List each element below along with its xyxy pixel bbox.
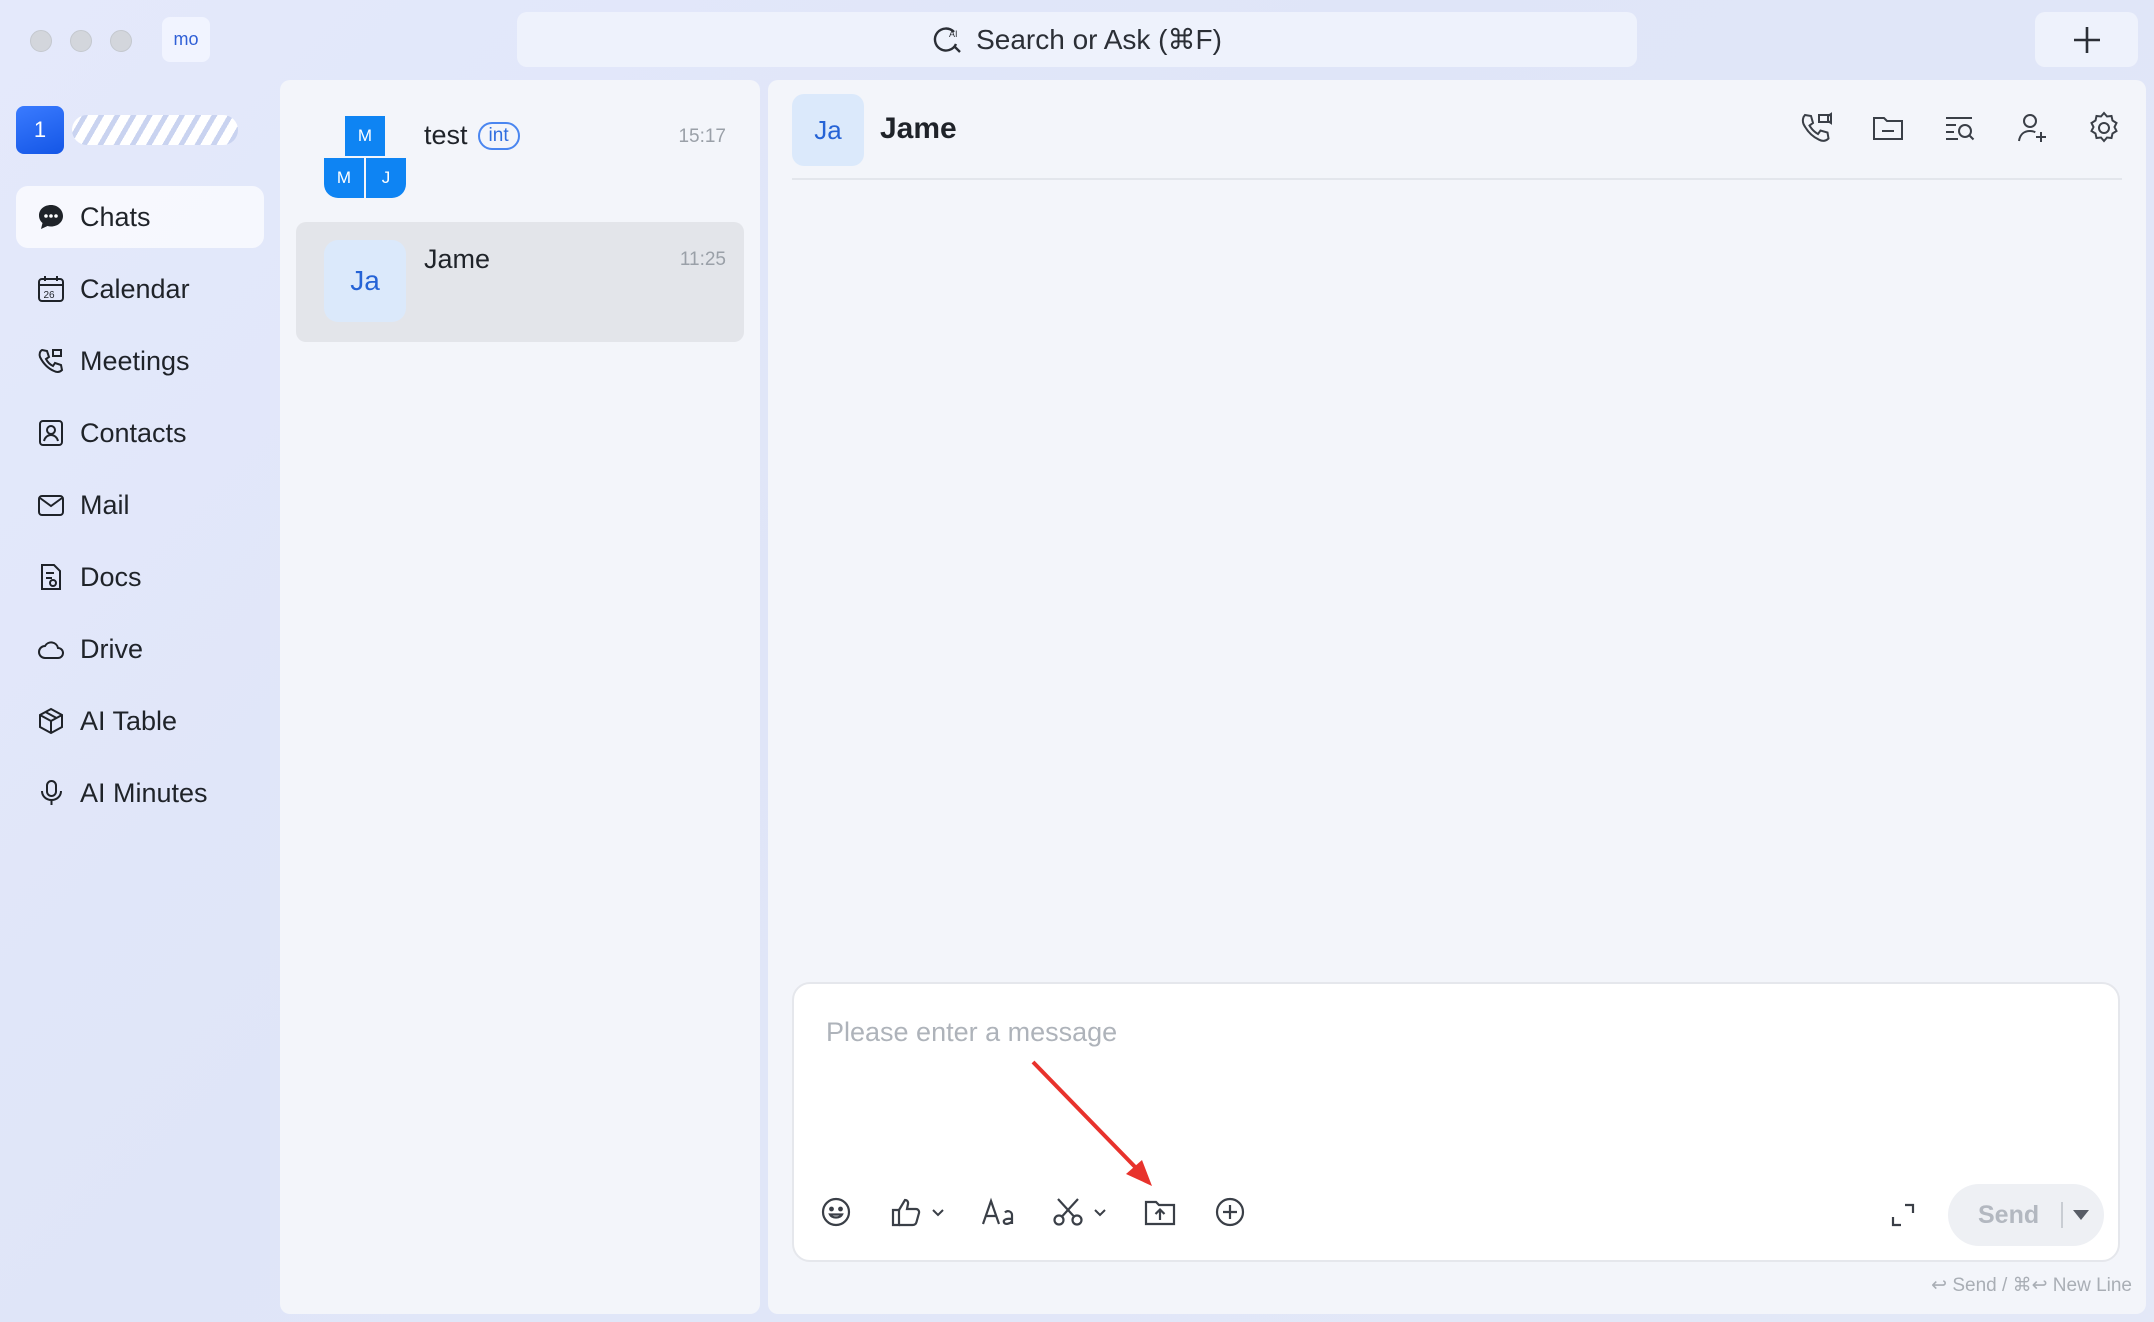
ai-search-icon: AI [933, 26, 961, 53]
plus-icon [2073, 26, 2100, 53]
emoji-icon [821, 1197, 851, 1227]
ai-minutes-icon [41, 780, 62, 805]
scissors-icon [1053, 1198, 1083, 1226]
sidebar-item-label: Chats [80, 201, 151, 232]
group-avatar-cell: M [324, 158, 364, 198]
meetings-phone-icon [38, 348, 64, 373]
minimize-window-button[interactable] [70, 30, 92, 52]
org-name-redacted[interactable] [72, 115, 238, 145]
svg-text:AI: AI [949, 29, 958, 39]
expand-icon[interactable] [1888, 1200, 1918, 1230]
thumbs-up-icon [891, 1198, 921, 1227]
text-format-icon [981, 1197, 1014, 1225]
text-format-button[interactable] [980, 1194, 1016, 1230]
more-actions-button[interactable] [1212, 1194, 1248, 1230]
send-label: Send [1978, 1200, 2040, 1229]
sidebar-item-ai-minutes[interactable]: AI Minutes [16, 762, 264, 824]
mail-icon [38, 495, 64, 516]
group-avatar-cell: M [345, 116, 385, 156]
search-placeholder: Search or Ask (⌘F) [976, 24, 1222, 55]
folder-icon[interactable] [1870, 110, 1906, 146]
workspace-badge[interactable]: mo [162, 17, 210, 62]
message-composer: Send [792, 982, 2120, 1262]
sidebar-item-label: Drive [80, 633, 144, 664]
chat-bubble-icon [39, 205, 63, 229]
avatar[interactable]: Ja [792, 94, 864, 166]
upload-file-icon [1144, 1200, 1176, 1226]
chat-name-text: Jame [424, 244, 491, 274]
chat-time: 15:17 [678, 126, 726, 147]
send-options-caret-icon[interactable] [2073, 1210, 2090, 1220]
chat-time: 11:25 [679, 249, 726, 270]
sidebar-item-contacts[interactable]: Contacts [16, 402, 264, 464]
sidebar-item-chats[interactable]: Chats [16, 186, 264, 248]
upload-file-button[interactable] [1142, 1194, 1178, 1230]
sidebar-item-ai-table[interactable]: AI Table [16, 690, 264, 752]
sidebar-item-meetings[interactable]: Meetings [16, 330, 264, 392]
docs-icon [41, 564, 61, 590]
svg-text:26: 26 [44, 290, 56, 301]
ai-table-icon [39, 707, 63, 735]
chevron-down-icon [932, 1209, 944, 1217]
group-avatar: M M J [324, 116, 406, 198]
send-divider [2061, 1202, 2064, 1228]
keyboard-hint: ↩ Send / ⌘↩ New Line [1931, 1275, 2132, 1296]
emoji-button[interactable] [818, 1194, 854, 1230]
chat-name: test int [424, 120, 520, 151]
sidebar-item-label: Calendar [80, 273, 190, 304]
settings-icon[interactable] [2086, 110, 2122, 146]
group-avatar-cell: J [366, 158, 406, 198]
chevron-down-icon [1094, 1209, 1106, 1217]
search-bar[interactable]: AI Search or Ask (⌘F) [517, 12, 1637, 67]
avatar: Ja [324, 240, 406, 322]
chat-list-panel: M M J test int 15:17 Ja Jame 11:25 [280, 80, 760, 1314]
sidebar-item-mail[interactable]: Mail [16, 474, 264, 536]
sidebar-item-label: AI Table [80, 705, 178, 736]
chat-item-jame[interactable]: Ja Jame 11:25 [296, 222, 744, 342]
cloud-drive-icon [38, 641, 64, 659]
sidebar-item-label: Meetings [80, 345, 190, 376]
chat-item-test[interactable]: M M J test int 15:17 [296, 80, 744, 200]
sidebar-item-label: Mail [80, 489, 130, 520]
conversation-header: Ja Jame [792, 92, 2122, 180]
chat-tag: int [477, 122, 520, 150]
send-button[interactable]: Send [1948, 1184, 2104, 1246]
chat-name-text: test [424, 120, 468, 150]
calendar-icon: 26 [38, 276, 64, 302]
sidebar-item-label: Contacts [80, 417, 187, 448]
message-input[interactable] [824, 1006, 2068, 1058]
conversation-panel: Ja Jame Please enter a message Send ↩ Se… [768, 80, 2146, 1314]
close-window-button[interactable] [30, 30, 52, 52]
sidebar-item-docs[interactable]: Docs [16, 546, 264, 608]
search-history-icon[interactable] [1942, 110, 1978, 146]
conversation-title[interactable]: Jame [880, 112, 957, 146]
composer-toolbar [818, 1194, 1282, 1230]
zoom-window-button[interactable] [110, 30, 132, 52]
contacts-icon [39, 420, 63, 446]
sidebar-item-drive[interactable]: Drive [16, 618, 264, 680]
sidebar-item-calendar[interactable]: 26 Calendar [16, 258, 264, 320]
sidebar-nav: Chats 26 Calendar Meetings Contacts Mail… [16, 186, 264, 834]
new-button[interactable] [2035, 12, 2138, 67]
add-circle-icon [1215, 1197, 1245, 1227]
org-avatar[interactable]: 1 [16, 106, 64, 154]
sidebar-item-label: AI Minutes [80, 777, 208, 808]
sidebar-item-label: Docs [80, 561, 142, 592]
screenshot-button[interactable] [1050, 1194, 1108, 1230]
add-member-icon[interactable] [2014, 110, 2050, 146]
reaction-button[interactable] [888, 1194, 946, 1230]
call-icon[interactable] [1798, 110, 1834, 146]
